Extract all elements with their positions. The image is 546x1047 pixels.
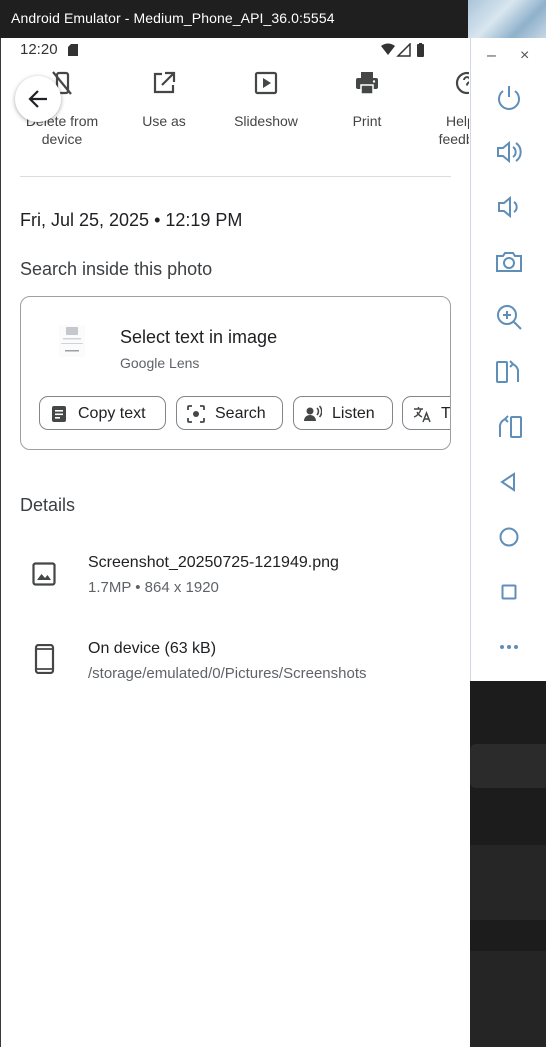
chip-label: Listen	[332, 405, 375, 422]
circle-home-icon	[499, 527, 519, 547]
volume-up-button[interactable]	[493, 136, 525, 168]
status-time: 12:20	[20, 41, 58, 58]
chip-label: Copy text	[78, 405, 146, 422]
action-help-feedback[interactable]: Help & feedback	[417, 70, 469, 148]
window-title-bar: Android Emulator - Medium_Phone_API_36.0…	[0, 0, 546, 38]
rotate-left-icon	[496, 360, 520, 383]
nav-home-button[interactable]	[493, 521, 525, 553]
file-name: Screenshot_20250725-121949.png	[88, 554, 339, 571]
rotate-left-button[interactable]	[493, 356, 525, 388]
rotate-right-icon	[498, 415, 522, 438]
screenshot-button[interactable]	[493, 246, 525, 278]
action-slideshow[interactable]: Slideshow	[216, 70, 316, 130]
details-title: Details	[20, 495, 76, 515]
power-button[interactable]	[493, 82, 525, 114]
status-indicators-icon	[381, 43, 424, 57]
desktop-background	[470, 681, 546, 1047]
window-title: Android Emulator - Medium_Phone_API_36.0…	[11, 10, 335, 26]
camera-icon	[496, 252, 522, 272]
sd-card-icon	[68, 44, 78, 56]
status-bar: 12:20	[1, 38, 469, 62]
translate-icon	[413, 407, 431, 423]
volume-down-icon	[498, 195, 518, 219]
action-use-as[interactable]: Use as	[114, 70, 214, 130]
lens-card-subtitle: Google Lens	[120, 355, 200, 371]
translate-chip[interactable]: Translate	[402, 396, 451, 430]
more-button[interactable]	[493, 631, 525, 663]
back-button[interactable]	[15, 76, 61, 122]
listen-icon	[304, 405, 322, 421]
zoom-in-icon	[497, 305, 522, 330]
desktop-panel	[470, 845, 546, 920]
lens-card-title[interactable]: Select text in image	[120, 327, 277, 348]
emulator-side-toolbar: – ×	[470, 38, 546, 681]
square-overview-icon	[501, 584, 517, 600]
help-icon	[455, 71, 469, 95]
print-icon	[356, 72, 378, 95]
arrow-back-icon	[28, 90, 47, 108]
detail-file-row: Screenshot_20250725-121949.png 1.7MP • 8…	[1, 554, 469, 604]
more-horizontal-icon	[500, 645, 518, 649]
minimize-button[interactable]: –	[487, 47, 496, 65]
storage-location: On device (63 kB)	[88, 640, 217, 657]
photo-date-time: Fri, Jul 25, 2025 • 12:19 PM	[20, 210, 243, 230]
desktop-panel	[470, 744, 546, 788]
power-icon	[498, 86, 520, 110]
image-icon	[32, 562, 56, 586]
photo-actions-row: Delete from device Use as Slideshow Prin…	[1, 62, 469, 182]
action-label: Print	[352, 113, 382, 129]
detail-storage-row: On device (63 kB) /storage/emulated/0/Pi…	[1, 640, 469, 690]
copy-text-chip[interactable]: Copy text	[39, 396, 166, 430]
google-lens-card: Select text in image Google Lens Copy te…	[20, 296, 451, 450]
volume-up-icon	[497, 140, 522, 164]
chip-label: Search	[215, 405, 266, 422]
search-chip[interactable]: Search	[176, 396, 283, 430]
close-button[interactable]: ×	[520, 47, 529, 65]
action-label: Help & feedback	[438, 113, 469, 147]
divider	[20, 176, 451, 177]
volume-down-button[interactable]	[493, 191, 525, 223]
chip-label: Translate	[441, 405, 451, 422]
action-label: Use as	[142, 113, 186, 129]
nav-overview-button[interactable]	[493, 576, 525, 608]
listen-chip[interactable]: Listen	[293, 396, 393, 430]
file-meta: 1.7MP • 864 x 1920	[88, 579, 219, 596]
title-bar-wallpaper	[468, 0, 546, 38]
action-label: Slideshow	[234, 113, 298, 129]
nav-back-button[interactable]	[493, 466, 525, 498]
phone-storage-icon	[34, 644, 55, 674]
storage-path: /storage/emulated/0/Pictures/Screenshots	[88, 665, 367, 682]
triangle-back-icon	[500, 472, 515, 492]
open-in-new-icon	[153, 71, 176, 94]
copy-text-icon	[52, 406, 66, 422]
zoom-button[interactable]	[493, 301, 525, 333]
slideshow-icon	[254, 71, 278, 95]
phone-screen: 12:20 Delete from device Use as Slidesho…	[0, 38, 469, 1047]
rotate-right-button[interactable]	[493, 411, 525, 443]
action-print[interactable]: Print	[317, 70, 417, 130]
search-inside-title: Search inside this photo	[20, 259, 213, 279]
emulator-window: Android Emulator - Medium_Phone_API_36.0…	[0, 0, 546, 1047]
photo-thumbnail-icon	[59, 325, 85, 357]
desktop-panel	[470, 951, 546, 1047]
lens-search-icon	[187, 405, 205, 423]
